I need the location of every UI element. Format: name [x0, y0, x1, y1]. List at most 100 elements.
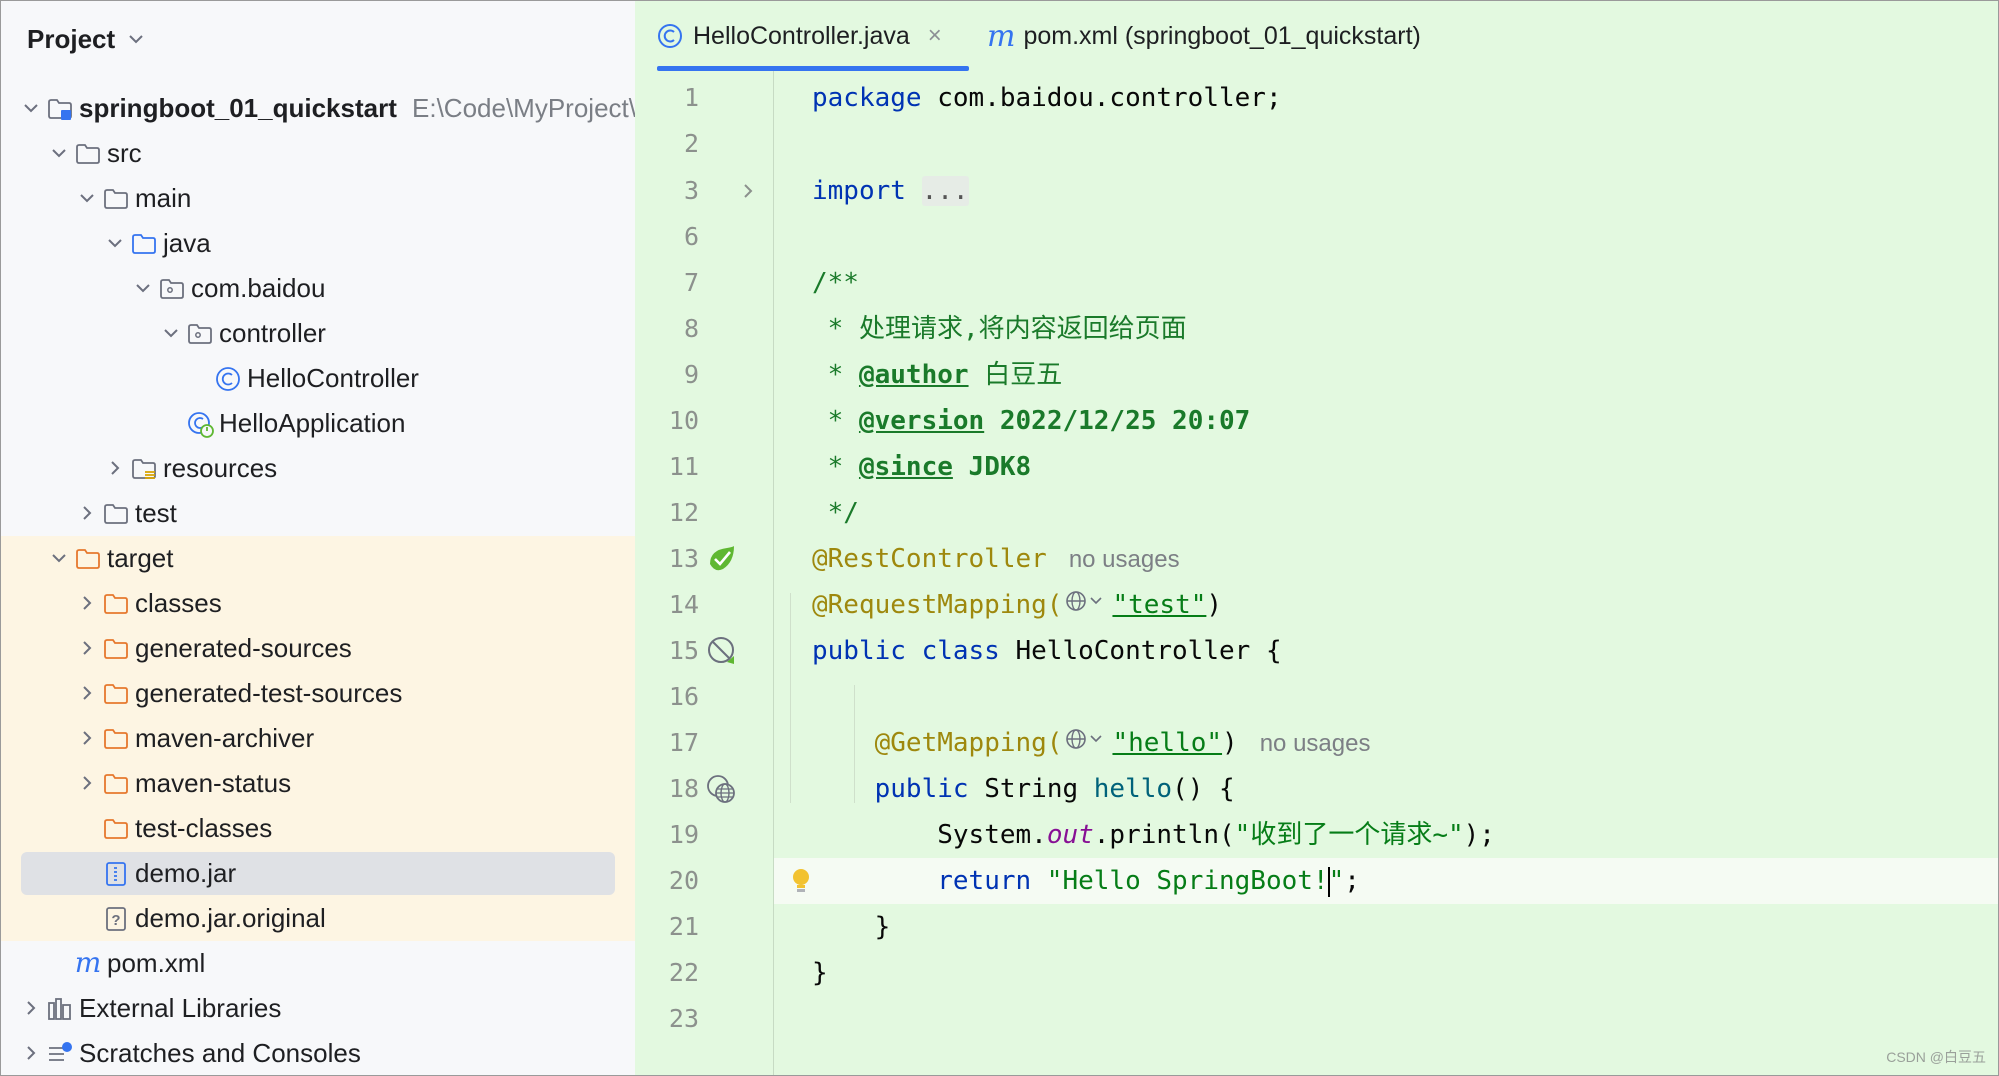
tree-node[interactable]: resources [1, 446, 635, 491]
chevron-right-icon[interactable] [20, 1042, 42, 1064]
comment: */ [812, 498, 859, 528]
svg-text:?: ? [111, 912, 120, 929]
package-icon [188, 324, 212, 344]
springboot-class-icon [188, 412, 214, 438]
annotation: @GetMapping( [874, 728, 1063, 758]
editor-area: HelloController.java × m pom.xml (spring… [635, 1, 1998, 1075]
chevron-down-icon[interactable] [48, 547, 70, 569]
tree-node[interactable]: m pom.xml [1, 941, 635, 986]
tree-node-label: com.baidou [191, 273, 326, 303]
package-icon [160, 279, 184, 299]
tree-node[interactable]: ? demo.jar.original [1, 896, 635, 941]
folded-imports[interactable]: ... [921, 176, 969, 206]
tree-node[interactable]: target [1, 536, 635, 581]
tree-node[interactable]: classes [1, 581, 635, 626]
chevron-down-icon[interactable] [160, 322, 182, 344]
tree-node[interactable]: maven-archiver [1, 716, 635, 761]
tree-node[interactable]: main [1, 176, 635, 221]
excluded-folder-icon [104, 729, 128, 749]
chevron-down-icon[interactable] [48, 142, 70, 164]
code-area[interactable]: package com.baidou.controller; import ..… [744, 71, 1998, 1075]
line-number: 11 [668, 452, 699, 481]
tree-node[interactable]: HelloController [1, 356, 635, 401]
lightbulb-icon[interactable] [788, 866, 814, 896]
tree-node-label: maven-archiver [135, 723, 315, 753]
spring-bean-icon[interactable] [705, 542, 739, 576]
tree-node[interactable]: maven-status [1, 761, 635, 806]
chevron-right-icon[interactable] [76, 772, 98, 794]
chevron-right-icon[interactable] [104, 457, 126, 479]
scratches-icon [49, 1042, 72, 1061]
tree-node[interactable]: com.baidou [1, 266, 635, 311]
comment: * [812, 452, 859, 482]
tree-node[interactable]: test [1, 491, 635, 536]
project-header[interactable]: Project [27, 19, 145, 59]
tree-node[interactable]: Scratches and Consoles [1, 1031, 635, 1075]
tab-label: pom.xml (springboot_01_quickstart) [1023, 21, 1421, 50]
chevron-right-icon[interactable] [76, 502, 98, 524]
excluded-folder-icon [104, 594, 128, 614]
chevron-down-icon[interactable] [20, 97, 42, 119]
code-line-7: /** [774, 260, 1998, 306]
tree-node[interactable]: External Libraries [1, 986, 635, 1031]
class-icon [658, 24, 682, 48]
tree-node[interactable]: generated-sources [1, 626, 635, 671]
tab-label: HelloController.java [693, 21, 910, 50]
chevron-right-icon[interactable] [76, 682, 98, 704]
tree-node-label: HelloController [247, 363, 419, 393]
tab-pom-xml[interactable]: m pom.xml (springboot_01_quickstart) [987, 1, 1421, 71]
tab-hello-controller[interactable]: HelloController.java × [655, 1, 969, 71]
annotation: @RequestMapping( [812, 590, 1063, 620]
chevron-right-icon[interactable] [20, 997, 42, 1019]
project-title: Project [27, 23, 116, 54]
tree-node-label: generated-sources [135, 633, 352, 663]
code-line-14: @RequestMapping("test") [774, 582, 1998, 628]
globe-icon[interactable] [1064, 583, 1108, 629]
code-line-18: public String hello() { [774, 766, 1998, 812]
line-number: 22 [668, 958, 699, 987]
code-text: } [812, 912, 891, 942]
code-line-11: * @since JDK8 [774, 444, 1998, 490]
code-line-17: @GetMapping("hello") no usages [774, 720, 1998, 766]
tree-node[interactable]: src [1, 131, 635, 176]
tree-node-label: demo.jar [135, 858, 237, 888]
tree-node[interactable]: java [1, 221, 635, 266]
line-number: 14 [668, 590, 699, 619]
no-mapping-icon[interactable] [705, 634, 739, 668]
tree-node[interactable]: springboot_01_quickstart E:\Code\MyProjec… [1, 86, 635, 131]
line-number: 20 [668, 866, 699, 895]
code-text: ) [1206, 590, 1223, 620]
comment: /** [812, 268, 859, 298]
chevron-down-icon[interactable] [127, 30, 145, 48]
close-icon[interactable]: × [928, 22, 942, 50]
line-number: 16 [668, 682, 699, 711]
chevron-right-icon[interactable] [76, 637, 98, 659]
chevron-down-icon[interactable] [76, 187, 98, 209]
tree-node[interactable]: test-classes [1, 806, 635, 851]
annotation: @RestController [812, 544, 1047, 574]
keyword: return [937, 866, 1032, 896]
line-number: 13 [668, 544, 699, 573]
chevron-right-icon[interactable] [76, 592, 98, 614]
tree-node-label: target [107, 543, 174, 573]
chevron-right-icon[interactable] [76, 727, 98, 749]
chevron-down-icon[interactable] [104, 232, 126, 254]
tree-node[interactable]: controller [1, 311, 635, 356]
chevron-right-icon[interactable] [738, 181, 758, 201]
usages-hint[interactable]: no usages [1260, 730, 1371, 757]
usages-hint[interactable]: no usages [1069, 546, 1180, 573]
excluded-folder-icon [104, 684, 128, 704]
tree-node[interactable]: HelloApplication [1, 401, 635, 446]
tree-node[interactable]: demo.jar [1, 851, 635, 896]
code-text: String [968, 774, 1094, 804]
globe-icon[interactable] [1064, 721, 1108, 767]
line-number: 23 [668, 1004, 699, 1033]
code-line-15: public class HelloController { [774, 628, 1998, 674]
folder-icon [104, 504, 128, 524]
code-line-20: return "Hello SpringBoot!"; [774, 858, 1998, 904]
code-text: ) [1222, 728, 1238, 758]
comment: * 处理请求,将内容返回给页面 [812, 314, 1187, 344]
chevron-down-icon[interactable] [132, 277, 154, 299]
endpoint-globe-icon[interactable] [705, 772, 739, 806]
tree-node[interactable]: generated-test-sources [1, 671, 635, 716]
